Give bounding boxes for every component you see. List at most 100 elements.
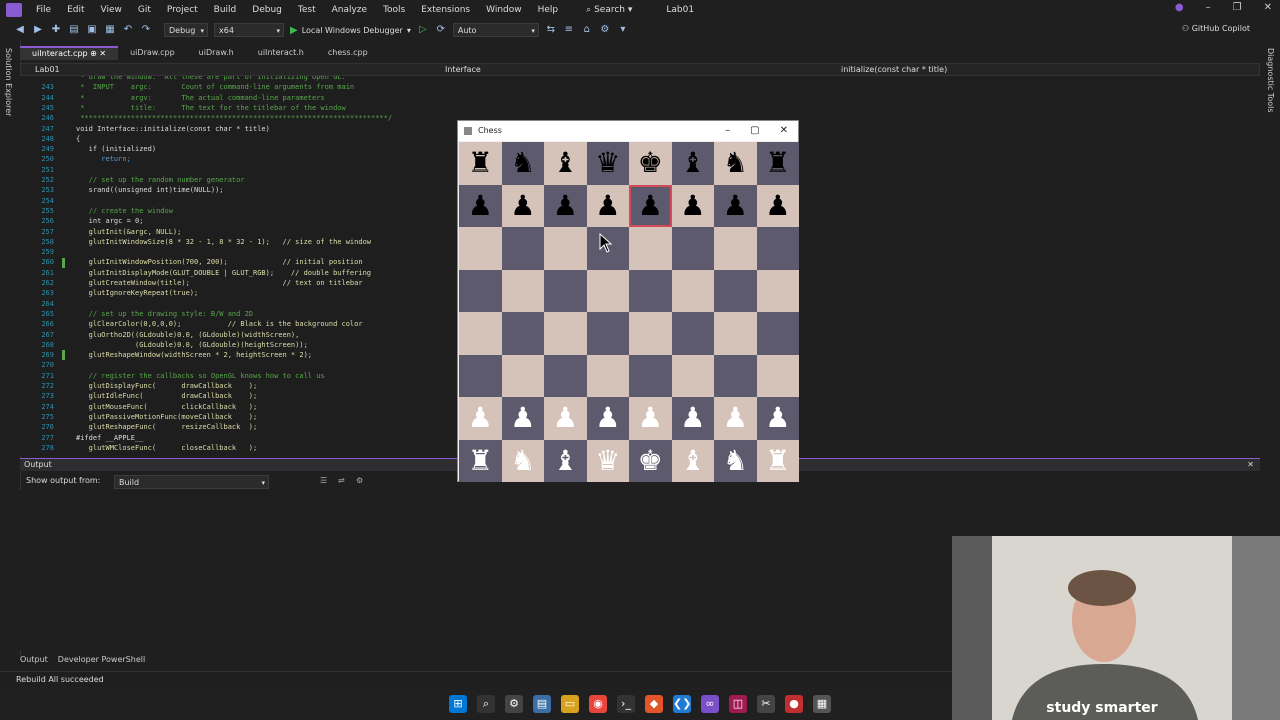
- square-b2[interactable]: ♟: [501, 397, 544, 440]
- search-icon[interactable]: ⌕: [477, 694, 495, 713]
- square-h2[interactable]: ♟: [756, 397, 799, 440]
- forward-icon[interactable]: ▶: [32, 24, 44, 36]
- chess-window-titlebar[interactable]: Chess – ▢ ✕: [458, 121, 798, 141]
- search-button[interactable]: ⌕ Search ▾: [576, 5, 642, 15]
- square-h3[interactable]: [756, 354, 799, 397]
- square-d1[interactable]: ♛: [586, 439, 629, 482]
- start-without-debugging-icon[interactable]: ▷: [417, 24, 429, 36]
- square-a6[interactable]: [459, 227, 502, 270]
- code-line[interactable]: 244 * argv: The actual command-line para…: [20, 93, 1250, 103]
- square-b1[interactable]: ♞: [501, 439, 544, 482]
- file-explorer-icon[interactable]: ▭: [561, 694, 579, 713]
- tab-chess-cpp[interactable]: chess.cpp: [316, 46, 380, 60]
- redo-icon[interactable]: ↷: [140, 24, 152, 36]
- close-icon[interactable]: ✕: [99, 49, 106, 58]
- square-c3[interactable]: [544, 354, 587, 397]
- square-c6[interactable]: [544, 227, 587, 270]
- format-icon[interactable]: ⇆: [545, 24, 557, 36]
- terminal-icon[interactable]: ›_: [617, 694, 635, 713]
- square-c2[interactable]: ♟: [544, 397, 587, 440]
- chess-board[interactable]: ♜ ♞ ♝ ♛ ♚ ♝ ♞ ♜ ♟ ♟ ♟ ♟ ♟ ♟ ♟ ♟ ♟ ♟ ♟ ♟ ♟ ♟ ♟ ♟ ♜ ♞ ♝ ♛ ♚ ♝ ♞ ♜: [459, 142, 799, 482]
- square-g6[interactable]: [714, 227, 757, 270]
- tab-developer-powershell[interactable]: Developer PowerShell: [58, 655, 145, 664]
- settings-icon[interactable]: ⚙: [505, 694, 523, 713]
- save-all-icon[interactable]: ▦: [104, 24, 116, 36]
- recorder-icon[interactable]: ●: [785, 694, 803, 713]
- square-e6[interactable]: [629, 227, 672, 270]
- menu-git[interactable]: Git: [130, 5, 159, 15]
- square-h5[interactable]: [756, 269, 799, 312]
- menu-edit[interactable]: Edit: [59, 5, 92, 15]
- square-f5[interactable]: [671, 269, 714, 312]
- square-c4[interactable]: [544, 312, 587, 355]
- notepad-icon[interactable]: ▤: [533, 694, 551, 713]
- square-e5[interactable]: [629, 269, 672, 312]
- square-g4[interactable]: [714, 312, 757, 355]
- code-line[interactable]: 245 * title: The text for the titlebar o…: [20, 103, 1250, 113]
- square-e1[interactable]: ♚: [629, 439, 672, 482]
- square-g5[interactable]: [714, 269, 757, 312]
- menu-help[interactable]: Help: [530, 5, 567, 15]
- square-f8[interactable]: ♝: [671, 142, 714, 185]
- menu-project[interactable]: Project: [159, 5, 206, 15]
- github-copilot-button[interactable]: ⚇ GitHub Copilot: [1182, 24, 1250, 33]
- square-d4[interactable]: [586, 312, 629, 355]
- diagnostic-tools-tab[interactable]: Diagnostic Tools: [1266, 48, 1275, 113]
- tab-uidraw-h[interactable]: uiDraw.h: [187, 46, 246, 60]
- square-f1[interactable]: ♝: [671, 439, 714, 482]
- square-e4[interactable]: [629, 312, 672, 355]
- save-icon[interactable]: ▣: [86, 24, 98, 36]
- new-item-icon[interactable]: ✚: [50, 24, 62, 36]
- account-icon[interactable]: ●: [1175, 2, 1184, 13]
- start-icon[interactable]: ⊞: [449, 694, 467, 713]
- menu-debug[interactable]: Debug: [244, 5, 290, 15]
- project-scope-dropdown[interactable]: Lab01: [35, 64, 60, 75]
- output-source-dropdown[interactable]: Build ▾: [114, 475, 269, 489]
- tab-uiinteract-cpp[interactable]: uiInteract.cpp ⊕ ✕: [20, 46, 119, 60]
- square-b7[interactable]: ♟: [501, 184, 544, 227]
- square-g8[interactable]: ♞: [714, 142, 757, 185]
- square-c5[interactable]: [544, 269, 587, 312]
- solution-explorer-tab[interactable]: Solution Explorer: [4, 48, 13, 116]
- vscode-icon[interactable]: ❮❯: [673, 694, 691, 713]
- menu-build[interactable]: Build: [206, 5, 245, 15]
- maximize-button[interactable]: ▢: [750, 121, 759, 141]
- menu-file[interactable]: File: [28, 5, 59, 15]
- square-f4[interactable]: [671, 312, 714, 355]
- undo-icon[interactable]: ↶: [122, 24, 134, 36]
- member-scope-dropdown[interactable]: initialize(const char * title): [841, 64, 947, 75]
- maximize-button[interactable]: ❐: [1233, 2, 1242, 13]
- clear-all-icon[interactable]: ☰: [320, 474, 327, 488]
- configuration-dropdown[interactable]: Debug ▾: [164, 23, 208, 37]
- chrome-icon[interactable]: ◉: [589, 694, 607, 713]
- comment-icon[interactable]: ≡: [563, 24, 575, 36]
- overflow-icon[interactable]: ▾: [617, 24, 629, 36]
- minimize-button[interactable]: –: [1206, 2, 1211, 13]
- tab-output[interactable]: Output: [20, 655, 48, 664]
- square-e7[interactable]: ♟: [629, 184, 672, 227]
- square-a4[interactable]: [459, 312, 502, 355]
- square-f6[interactable]: [671, 227, 714, 270]
- square-f7[interactable]: ♟: [671, 184, 714, 227]
- pin-icon[interactable]: ⊕: [90, 49, 97, 58]
- square-f3[interactable]: [671, 354, 714, 397]
- square-a3[interactable]: [459, 354, 502, 397]
- minimize-button[interactable]: –: [725, 121, 730, 141]
- square-d7[interactable]: ♟: [586, 184, 629, 227]
- square-e3[interactable]: [629, 354, 672, 397]
- app-icon[interactable]: ◫: [729, 694, 747, 713]
- code-line[interactable]: 243 * INPUT argc: Count of command-line …: [20, 82, 1250, 92]
- platform-dropdown[interactable]: x64 ▾: [214, 23, 284, 37]
- square-h1[interactable]: ♜: [756, 439, 799, 482]
- square-f2[interactable]: ♟: [671, 397, 714, 440]
- square-g1[interactable]: ♞: [714, 439, 757, 482]
- square-h7[interactable]: ♟: [756, 184, 799, 227]
- square-h4[interactable]: [756, 312, 799, 355]
- square-g7[interactable]: ♟: [714, 184, 757, 227]
- visual-studio-icon[interactable]: ∞: [701, 694, 719, 713]
- square-b6[interactable]: [501, 227, 544, 270]
- square-g3[interactable]: [714, 354, 757, 397]
- square-b5[interactable]: [501, 269, 544, 312]
- square-c1[interactable]: ♝: [544, 439, 587, 482]
- square-d3[interactable]: [586, 354, 629, 397]
